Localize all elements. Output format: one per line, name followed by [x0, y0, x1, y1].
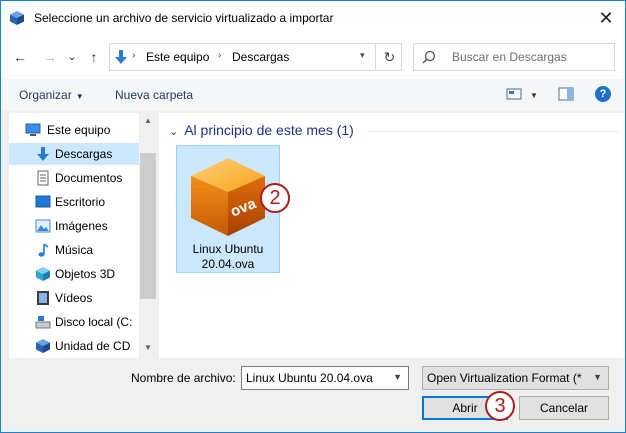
sidebar-item-label: Descargas [55, 147, 113, 161]
help-icon[interactable]: ? [595, 86, 611, 102]
sidebar-item-label: Este equipo [47, 123, 111, 137]
sidebar-item-unidad-cd[interactable]: Unidad de CD [9, 335, 139, 357]
refresh-icon[interactable]: ↻ [375, 44, 403, 70]
sidebar-item-label: Unidad de CD [55, 339, 131, 353]
address-bar[interactable]: › Este equipo › Descargas ▾ ↻ [109, 43, 402, 71]
pictures-icon [35, 219, 51, 233]
up-arrow-icon[interactable]: ↑ [83, 45, 105, 69]
organize-menu[interactable]: Organizar ▼ [19, 88, 84, 102]
downloads-icon [37, 147, 49, 161]
file-dialog-window: Seleccione un archivo de servicio virtua… [0, 0, 626, 433]
step-2-callout: 2 [260, 183, 290, 213]
file-type-filter-select[interactable]: Open Virtualization Format (* ▼ [422, 366, 609, 390]
documents-icon [37, 170, 49, 186]
sidebar-item-disco-local[interactable]: Disco local (C: [9, 311, 139, 333]
caret-down-icon: ▼ [75, 92, 84, 101]
sidebar-item-objetos-3d[interactable]: Objetos 3D [9, 263, 139, 285]
sidebar-item-escritorio[interactable]: Escritorio [9, 191, 139, 213]
sidebar-item-musica[interactable]: Música [9, 239, 139, 261]
file-name-line1: Linux Ubuntu [192, 242, 264, 256]
scroll-up-arrow-icon[interactable]: ▲ [139, 113, 157, 129]
new-folder-button[interactable]: Nueva carpeta [115, 88, 193, 102]
organize-label: Organizar [19, 88, 72, 102]
file-name: Linux Ubuntu 20.04.ova [177, 242, 279, 272]
file-type-filter-value: Open Virtualization Format (* [427, 371, 582, 385]
breadcrumb-descargas[interactable]: Descargas [232, 50, 289, 64]
sidebar-item-label: Imágenes [55, 219, 108, 233]
sidebar-item-label: Vídeos [55, 291, 93, 305]
recent-locations-chevron-icon[interactable]: ⌄ [61, 45, 83, 69]
view-options-icon[interactable] [506, 87, 522, 101]
local-disk-icon [35, 316, 51, 329]
desktop-icon [35, 195, 51, 208]
group-header[interactable]: ⌄ Al principio de este mes (1) [169, 122, 354, 138]
cancel-button[interactable]: Cancelar [519, 396, 609, 420]
title-bar: Seleccione un archivo de servicio virtua… [1, 1, 625, 35]
command-toolbar: Organizar ▼ Nueva carpeta ▼ ? [1, 79, 625, 111]
window-title: Seleccione un archivo de servicio virtua… [34, 11, 334, 25]
filename-input[interactable]: Linux Ubuntu 20.04.ova [246, 371, 373, 385]
videos-icon [37, 291, 49, 305]
search-box[interactable]: Buscar en Descargas [413, 43, 615, 71]
sidebar-item-label: Escritorio [55, 195, 106, 209]
back-arrow-icon[interactable]: ← [9, 45, 31, 69]
collapse-chevron-icon[interactable]: ⌄ [169, 126, 178, 138]
sidebar-item-label: Objetos 3D [55, 267, 116, 281]
group-header-label: Al principio de este mes (1) [184, 122, 354, 138]
file-list-pane: ⌄ Al principio de este mes (1) ova Linux… [159, 113, 625, 358]
sidebar-scrollbar[interactable]: ▲ ▼ [139, 113, 157, 358]
cd-drive-icon [36, 339, 50, 353]
search-icon [422, 50, 436, 64]
sidebar-item-label: Documentos [55, 171, 123, 185]
address-dropdown-chevron-icon[interactable]: ▾ [360, 50, 365, 61]
breadcrumb-separator: › [218, 50, 222, 61]
music-icon [38, 243, 49, 257]
sidebar-item-label: Disco local (C: [55, 315, 133, 329]
close-icon[interactable]: ✕ [593, 6, 619, 30]
group-divider [369, 131, 619, 132]
forward-arrow-icon[interactable]: → [39, 45, 61, 69]
scroll-down-chevron-icon[interactable]: ▼ [139, 340, 157, 356]
sidebar-item-documentos[interactable]: Documentos [9, 167, 139, 189]
scrollbar-thumb[interactable] [140, 153, 156, 299]
sidebar-item-imagenes[interactable]: Imágenes [9, 215, 139, 237]
preview-pane-icon[interactable] [558, 87, 574, 101]
filter-dropdown-chevron-icon[interactable]: ▼ [593, 372, 602, 382]
file-name-line2: 20.04.ova [201, 257, 255, 271]
downloads-location-icon [115, 50, 127, 64]
filename-dropdown-chevron-icon[interactable]: ▼ [393, 372, 402, 382]
breadcrumb-este-equipo[interactable]: Este equipo [146, 50, 209, 64]
navigation-bar: ← → ⌄ ↑ › Este equipo › Descargas ▾ ↻ Bu… [1, 35, 625, 79]
search-placeholder: Buscar en Descargas [452, 50, 567, 64]
sidebar-item-descargas[interactable]: Descargas [9, 143, 139, 165]
filename-combobox[interactable]: Linux Ubuntu 20.04.ova ▼ [241, 366, 409, 390]
computer-icon [25, 123, 41, 136]
step-3-callout: 3 [485, 391, 515, 421]
sidebar-item-videos[interactable]: Vídeos [9, 287, 139, 309]
sidebar-item-label: Música [55, 243, 94, 257]
view-dropdown-caret-icon[interactable]: ▼ [530, 91, 538, 100]
virtualbox-app-icon [10, 11, 24, 25]
navigation-pane: Este equipo Descargas Documentos Escrito… [9, 113, 157, 358]
breadcrumb-separator: › [132, 50, 136, 61]
dialog-footer: Nombre de archivo: Linux Ubuntu 20.04.ov… [1, 358, 625, 432]
sidebar-item-este-equipo[interactable]: Este equipo [9, 119, 139, 141]
filename-label: Nombre de archivo: [131, 371, 236, 385]
3d-objects-icon [36, 267, 50, 281]
